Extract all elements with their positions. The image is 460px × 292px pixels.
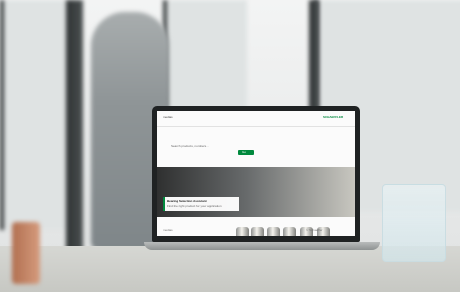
water-glass [382, 184, 446, 262]
window-left [0, 0, 76, 230]
brand-left: medias [163, 115, 173, 119]
coffee-mug [12, 222, 40, 284]
metal-cylinder-1 [236, 227, 249, 236]
footer-left: medias [163, 228, 173, 232]
metal-cylinder-2 [251, 227, 264, 236]
laptop-screen: medias SCHAEFFLER Search products, numbe… [157, 111, 355, 236]
card-subtitle: Find the right product for your applicat… [167, 204, 222, 208]
laptop-base [144, 242, 380, 250]
office-laptop-photo: medias SCHAEFFLER Search products, numbe… [0, 0, 460, 292]
card-title: Bearing Selection Assistant [167, 199, 207, 203]
metal-cylinder-3 [267, 227, 280, 236]
brand-right: SCHAEFFLER [323, 115, 344, 119]
search-button-label: Go [242, 150, 247, 154]
footer-right: © Schaeffler [306, 228, 323, 232]
search-placeholder: Search products, numbers... [171, 144, 209, 148]
dark-pillar-left [66, 0, 83, 255]
metal-cylinder-4 [283, 227, 296, 236]
nav-divider [157, 126, 355, 127]
